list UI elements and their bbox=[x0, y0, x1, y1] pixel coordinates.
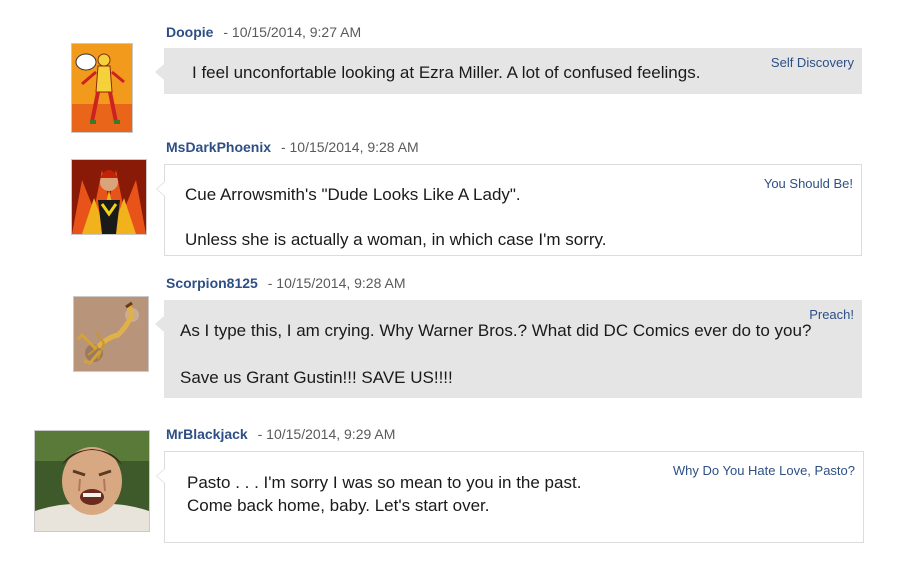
superhero-avatar-icon[interactable] bbox=[71, 43, 133, 133]
comment-text: Save us Grant Gustin!!! SAVE US!!!! bbox=[180, 368, 453, 387]
comment-tag-link[interactable]: Preach! bbox=[809, 304, 854, 326]
bubble-pointer bbox=[156, 468, 165, 484]
bubble-pointer bbox=[156, 181, 165, 197]
comment-text: Come back home, baby. Let's start over. bbox=[187, 496, 490, 515]
comment-meta: Doopie - 10/15/2014, 9:27 AM bbox=[166, 24, 361, 40]
phoenix-avatar-icon[interactable] bbox=[71, 159, 147, 235]
bubble-pointer bbox=[155, 64, 164, 80]
comment-bubble: Why Do You Hate Love, Pasto? Pasto . . .… bbox=[156, 451, 864, 543]
comment-tag-link[interactable]: You Should Be! bbox=[764, 173, 853, 195]
username-link[interactable]: MrBlackjack bbox=[166, 426, 248, 442]
comment-text: Cue Arrowsmith's "Dude Looks Like A Lady… bbox=[185, 185, 521, 204]
comment-bubble: Preach! As I type this, I am crying. Why… bbox=[155, 300, 862, 398]
crying-man-avatar-icon[interactable] bbox=[34, 430, 150, 532]
meta-separator: - bbox=[280, 139, 286, 155]
comment-text: Unless she is actually a woman, in which… bbox=[185, 230, 607, 249]
timestamp: 10/15/2014, 9:28 AM bbox=[289, 139, 419, 155]
timestamp: 10/15/2014, 9:29 AM bbox=[266, 426, 396, 442]
timestamp: 10/15/2014, 9:28 AM bbox=[276, 275, 406, 291]
scorpion-avatar-icon[interactable] bbox=[73, 296, 149, 372]
comment-meta: Scorpion8125 - 10/15/2014, 9:28 AM bbox=[166, 275, 406, 291]
username-link[interactable]: MsDarkPhoenix bbox=[166, 139, 271, 155]
comment-tag-link[interactable]: Why Do You Hate Love, Pasto? bbox=[673, 460, 855, 482]
comment-bubble: You Should Be! Cue Arrowsmith's "Dude Lo… bbox=[156, 164, 862, 256]
bubble-pointer bbox=[155, 316, 164, 332]
comment-meta: MsDarkPhoenix - 10/15/2014, 9:28 AM bbox=[166, 139, 419, 155]
timestamp: 10/15/2014, 9:27 AM bbox=[231, 24, 362, 40]
comment-text: As I type this, I am crying. Why Warner … bbox=[180, 321, 812, 340]
meta-separator: - bbox=[223, 24, 229, 40]
comment-tag-link[interactable]: Self Discovery bbox=[771, 52, 854, 74]
username-link[interactable]: Doopie bbox=[166, 24, 213, 40]
comment-text: Pasto . . . I'm sorry I was so mean to y… bbox=[187, 473, 582, 492]
username-link[interactable]: Scorpion8125 bbox=[166, 275, 258, 291]
comment-bubble: Self Discovery I feel unconfortable look… bbox=[155, 48, 862, 94]
meta-separator: - bbox=[267, 275, 273, 291]
comment-meta: MrBlackjack - 10/15/2014, 9:29 AM bbox=[166, 426, 395, 442]
meta-separator: - bbox=[257, 426, 263, 442]
comment-text: I feel unconfortable looking at Ezra Mil… bbox=[192, 63, 701, 82]
